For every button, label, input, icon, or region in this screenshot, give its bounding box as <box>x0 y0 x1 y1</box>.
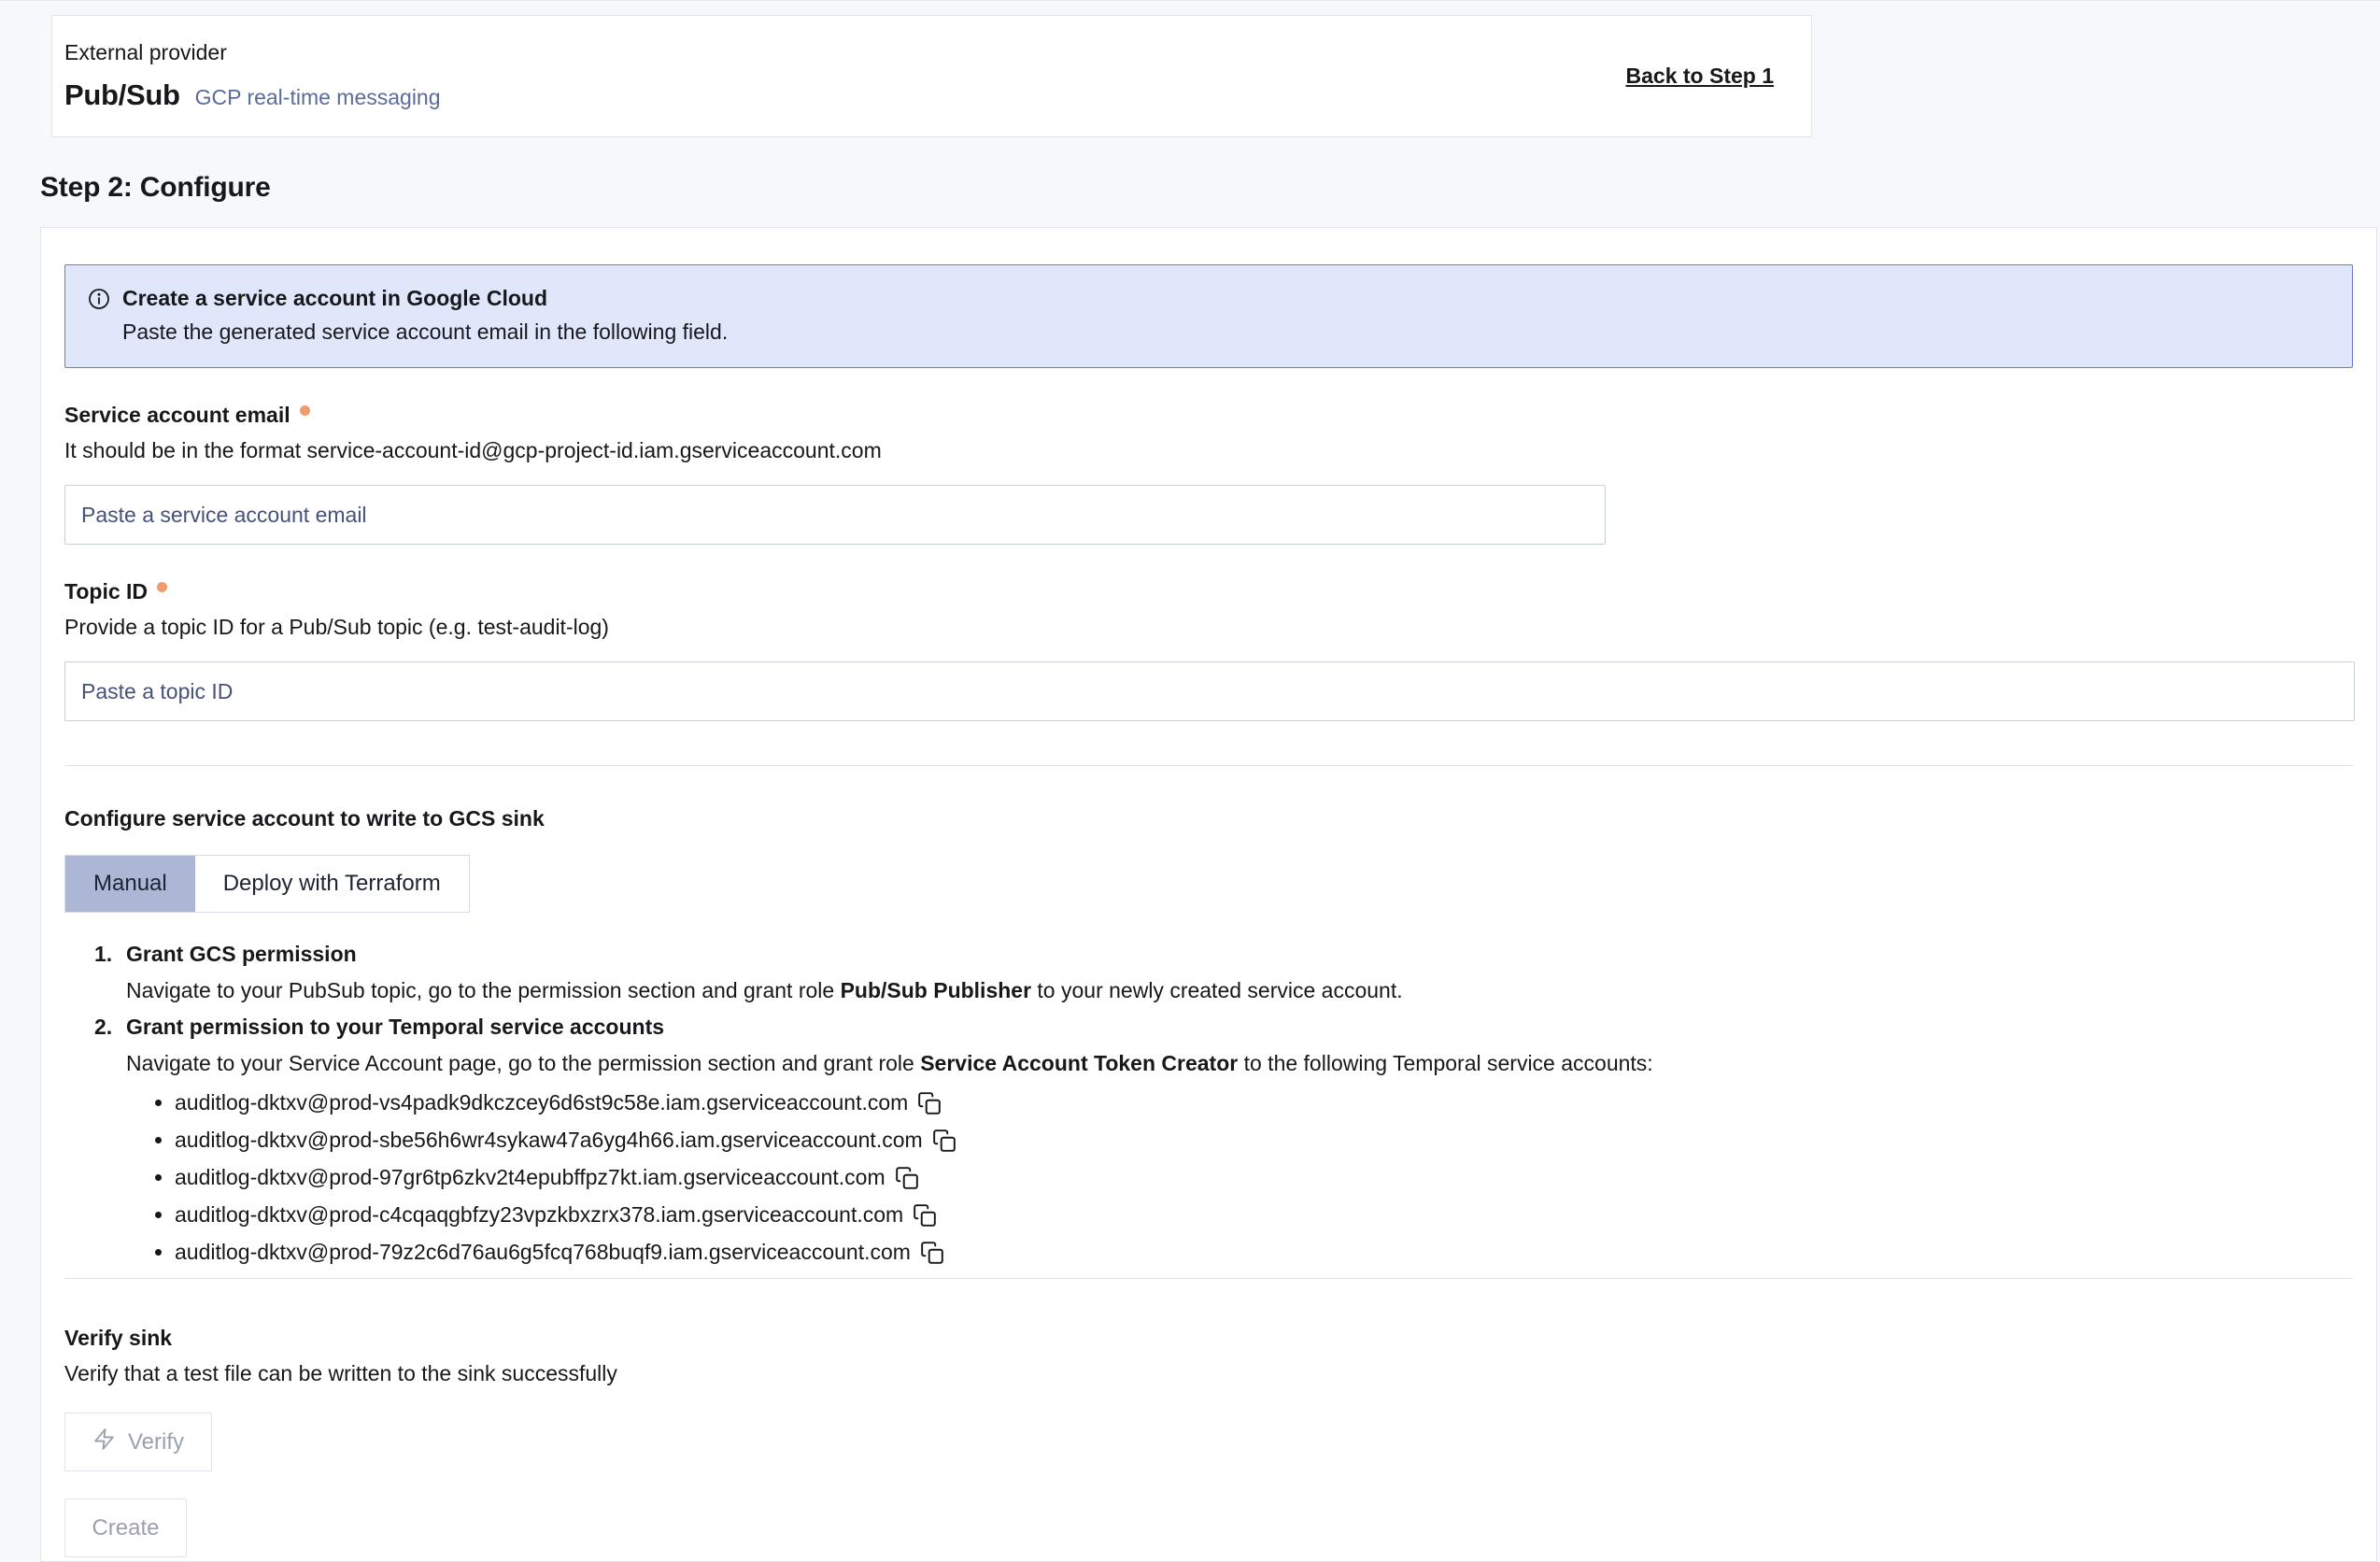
topic-id-hint: Provide a topic ID for a Pub/Sub topic (… <box>64 615 2353 640</box>
service-account-email: auditlog-dktxv@prod-79z2c6d76au6g5fcq768… <box>175 1240 911 1264</box>
service-account-email-input[interactable] <box>64 485 1606 545</box>
topic-id-label: Topic ID <box>64 579 148 604</box>
service-account-email-label: Service account email <box>64 403 290 428</box>
instruction-step-2: Grant permission to your Temporal servic… <box>126 1015 2353 1265</box>
service-account-email: auditlog-dktxv@prod-c4cqaqgbfzy23vpzkbxz… <box>175 1202 903 1227</box>
verify-sink-description: Verify that a test file can be written t… <box>64 1361 2353 1386</box>
service-account-email: auditlog-dktxv@prod-97gr6tp6zkv2t4epubff… <box>175 1165 885 1189</box>
instruction-step-1: Grant GCS permission Navigate to your Pu… <box>126 942 2353 1001</box>
copy-icon <box>920 1241 944 1265</box>
service-account-item: auditlog-dktxv@prod-79z2c6d76au6g5fcq768… <box>175 1241 2353 1265</box>
provider-overline: External provider <box>64 40 441 65</box>
divider <box>64 765 2353 766</box>
copy-icon <box>913 1203 937 1228</box>
service-account-email-hint: It should be in the format service-accou… <box>64 438 2353 463</box>
service-account-email: auditlog-dktxv@prod-vs4padk9dkczcey6d6st… <box>175 1090 908 1115</box>
divider <box>64 1278 2353 1279</box>
back-to-step-1-link[interactable]: Back to Step 1 <box>1626 64 1775 89</box>
service-account-item: auditlog-dktxv@prod-vs4padk9dkczcey6d6st… <box>175 1091 2353 1115</box>
page-title: Step 2: Configure <box>40 172 2380 204</box>
instruction-step-body: Navigate to your Service Account page, g… <box>126 1053 2353 1074</box>
instruction-step-title: Grant GCS permission <box>126 942 2353 967</box>
create-button-label: Create <box>92 1515 159 1541</box>
provider-subtitle: GCP real-time messaging <box>195 85 441 110</box>
instruction-list: Grant GCS permission Navigate to your Pu… <box>64 942 2353 1265</box>
provider-name-row: Pub/Sub GCP real-time messaging <box>64 78 441 112</box>
copy-button[interactable] <box>932 1129 956 1153</box>
configure-card: Create a service account in Google Cloud… <box>40 227 2377 1562</box>
copy-icon <box>917 1091 942 1115</box>
zap-icon <box>92 1427 116 1457</box>
copy-button[interactable] <box>895 1166 919 1190</box>
banner-body: Paste the generated service account emai… <box>122 320 2330 345</box>
configure-section-title: Configure service account to write to GC… <box>64 806 2353 831</box>
service-account-item: auditlog-dktxv@prod-sbe56h6wr4sykaw47a6y… <box>175 1129 2353 1153</box>
tab-manual[interactable]: Manual <box>65 856 195 912</box>
instruction-step-title: Grant permission to your Temporal servic… <box>126 1015 2353 1040</box>
copy-button[interactable] <box>913 1203 937 1228</box>
info-icon <box>88 288 110 310</box>
required-dot <box>300 405 310 416</box>
info-banner: Create a service account in Google Cloud… <box>64 264 2353 368</box>
copy-icon <box>932 1129 956 1153</box>
service-account-email: auditlog-dktxv@prod-sbe56h6wr4sykaw47a6y… <box>175 1128 923 1152</box>
copy-button[interactable] <box>917 1091 942 1115</box>
page: { "provider_card": { "overline": "Extern… <box>0 0 2380 1534</box>
verify-sink-title: Verify sink <box>64 1326 2353 1351</box>
verify-button-label: Verify <box>128 1429 184 1456</box>
service-account-list: auditlog-dktxv@prod-vs4padk9dkczcey6d6st… <box>126 1091 2353 1265</box>
copy-icon <box>895 1166 919 1190</box>
provider-info: External provider Pub/Sub GCP real-time … <box>64 40 441 112</box>
configure-method-tabs: Manual Deploy with Terraform <box>64 855 470 913</box>
service-account-item: auditlog-dktxv@prod-c4cqaqgbfzy23vpzkbxz… <box>175 1203 2353 1228</box>
provider-name: Pub/Sub <box>64 78 180 112</box>
banner-title: Create a service account in Google Cloud <box>122 286 547 311</box>
verify-button[interactable]: Verify <box>64 1413 212 1471</box>
required-dot <box>157 582 167 592</box>
copy-button[interactable] <box>920 1241 944 1265</box>
provider-card: External provider Pub/Sub GCP real-time … <box>51 15 1812 137</box>
topic-id-input[interactable] <box>64 661 2355 721</box>
tab-deploy-with-terraform[interactable]: Deploy with Terraform <box>195 856 469 912</box>
create-button[interactable]: Create <box>64 1498 187 1557</box>
service-account-item: auditlog-dktxv@prod-97gr6tp6zkv2t4epubff… <box>175 1166 2353 1190</box>
instruction-step-body: Navigate to your PubSub topic, go to the… <box>126 980 2353 1001</box>
